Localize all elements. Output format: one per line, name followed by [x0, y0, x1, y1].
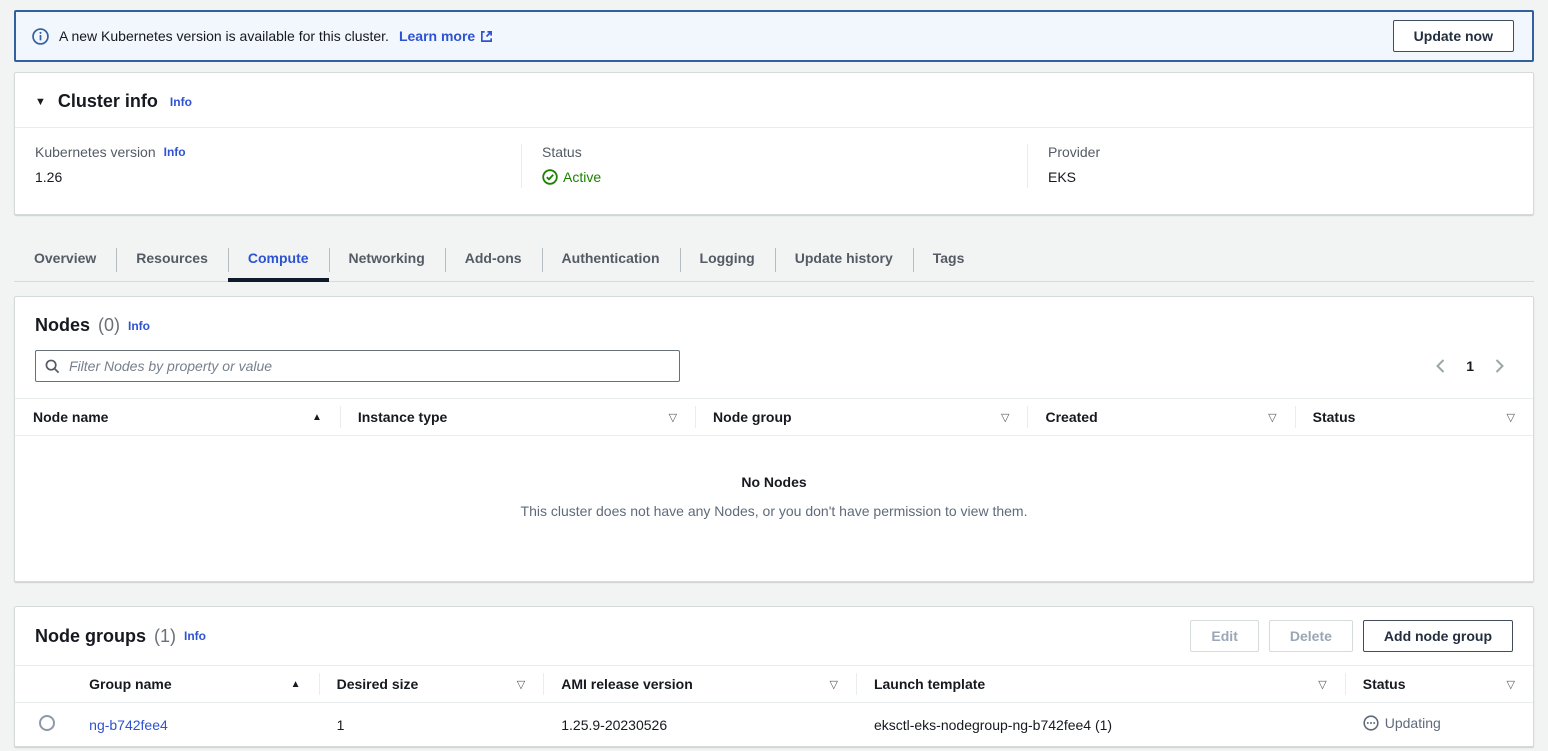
nodes-filter-input[interactable]	[67, 357, 670, 375]
empty-state-description: This cluster does not have any Nodes, or…	[15, 503, 1533, 519]
desired-size-cell: 1	[319, 703, 544, 747]
add-node-group-button[interactable]: Add node group	[1363, 620, 1513, 652]
learn-more-label: Learn more	[399, 28, 475, 44]
column-header-instance-type[interactable]: Instance type▽	[340, 399, 695, 436]
nodes-title-row: Nodes (0) Info	[15, 297, 1533, 342]
learn-more-link[interactable]: Learn more	[399, 28, 493, 44]
sort-icon: ▽	[1318, 678, 1326, 691]
kubernetes-version-field: Kubernetes version Info 1.26	[15, 144, 521, 188]
check-circle-icon	[542, 169, 558, 185]
node-group-status-text: Updating	[1385, 715, 1441, 731]
launch-template-cell: eksctl-eks-nodegroup-ng-b742fee4 (1)	[856, 703, 1345, 747]
column-header-node-group[interactable]: Node group▽	[695, 399, 1027, 436]
sort-icon: ▽	[669, 411, 677, 424]
column-header-launch-template[interactable]: Launch template▽	[856, 666, 1345, 703]
banner-message: A new Kubernetes version is available fo…	[59, 28, 389, 44]
row-select-radio[interactable]	[39, 715, 55, 731]
delete-button: Delete	[1269, 620, 1353, 652]
nodes-count: (0)	[98, 315, 120, 336]
node-group-name-link[interactable]: ng-b742fee4	[89, 717, 168, 733]
nodes-filter-box	[35, 350, 680, 382]
node-groups-table: Group name▲ Desired size▽ AMI release ve…	[15, 665, 1533, 746]
in-progress-icon	[1363, 715, 1379, 731]
status-badge: Active	[542, 169, 601, 185]
eks-cluster-page: A new Kubernetes version is available fo…	[0, 0, 1548, 747]
column-header-ami-release-version[interactable]: AMI release version▽	[543, 666, 856, 703]
tab-compute[interactable]: Compute	[228, 237, 329, 281]
empty-state-title: No Nodes	[15, 474, 1533, 490]
tab-logging[interactable]: Logging	[680, 237, 775, 281]
cluster-info-grid: Kubernetes version Info 1.26 Status Acti…	[15, 128, 1533, 214]
provider-label: Provider	[1048, 144, 1100, 160]
kubernetes-version-value: 1.26	[35, 169, 521, 185]
status-field: Status Active	[521, 144, 1027, 188]
cluster-info-title: Cluster info	[58, 91, 158, 112]
edit-button: Edit	[1190, 620, 1258, 652]
collapse-caret-icon[interactable]: ▼	[35, 96, 46, 108]
node-group-row: ng-b742fee4 1 1.25.9-20230526 eksctl-eks…	[15, 703, 1533, 747]
sort-icon: ▽	[1507, 678, 1515, 691]
nodes-empty-state: No Nodes This cluster does not have any …	[15, 436, 1533, 581]
nodes-panel: Nodes (0) Info 1	[14, 296, 1534, 582]
column-header-created[interactable]: Created▽	[1027, 399, 1294, 436]
column-header-node-name[interactable]: Node name▲	[15, 399, 340, 436]
cluster-tabs: Overview Resources Compute Networking Ad…	[14, 237, 1534, 282]
node-groups-count: (1)	[154, 626, 176, 647]
tab-add-ons[interactable]: Add-ons	[445, 237, 542, 281]
sort-icon: ▽	[829, 678, 837, 691]
node-groups-table-header-row: Group name▲ Desired size▽ AMI release ve…	[15, 666, 1533, 703]
search-icon	[45, 359, 60, 374]
select-all-column	[15, 666, 71, 703]
sort-icon: ▽	[1507, 411, 1515, 424]
node-groups-title: Node groups	[35, 626, 146, 647]
nodes-title: Nodes	[35, 315, 90, 336]
tab-update-history[interactable]: Update history	[775, 237, 913, 281]
kubernetes-version-info-link[interactable]: Info	[164, 145, 186, 159]
column-header-group-status[interactable]: Status▽	[1345, 666, 1533, 703]
status-value: Active	[563, 169, 601, 185]
tab-overview[interactable]: Overview	[14, 237, 116, 281]
pagination-next-icon[interactable]	[1494, 359, 1505, 373]
node-groups-info-link[interactable]: Info	[184, 629, 206, 643]
sort-icon: ▽	[517, 678, 525, 691]
pagination-prev-icon[interactable]	[1435, 359, 1446, 373]
tab-resources[interactable]: Resources	[116, 237, 228, 281]
cluster-info-header: ▼ Cluster info Info	[15, 73, 1533, 128]
provider-field: Provider EKS	[1027, 144, 1533, 188]
column-header-status[interactable]: Status▽	[1295, 399, 1533, 436]
sort-ascending-icon: ▲	[312, 412, 322, 423]
node-groups-actions: Edit Delete Add node group	[1190, 620, 1513, 652]
kubernetes-version-label: Kubernetes version	[35, 144, 156, 160]
pagination-current-page[interactable]: 1	[1466, 358, 1474, 374]
nodes-pagination: 1	[1435, 358, 1513, 374]
nodes-info-link[interactable]: Info	[128, 319, 150, 333]
tab-authentication[interactable]: Authentication	[542, 237, 680, 281]
column-header-desired-size[interactable]: Desired size▽	[319, 666, 544, 703]
external-link-icon	[480, 30, 493, 43]
tab-networking[interactable]: Networking	[329, 237, 445, 281]
provider-value: EKS	[1048, 169, 1533, 185]
status-label: Status	[542, 144, 582, 160]
ami-release-version-cell: 1.25.9-20230526	[543, 703, 856, 747]
sort-icon: ▽	[1268, 411, 1276, 424]
cluster-info-info-link[interactable]: Info	[170, 95, 192, 109]
kubernetes-update-banner: A new Kubernetes version is available fo…	[14, 10, 1534, 62]
cluster-info-panel: ▼ Cluster info Info Kubernetes version I…	[14, 72, 1534, 215]
nodes-table: Node name▲ Instance type▽ Node group▽ Cr…	[15, 398, 1533, 436]
nodes-filter-row: 1	[15, 342, 1533, 398]
node-groups-header: Node groups (1) Info Edit Delete Add nod…	[15, 607, 1533, 665]
sort-ascending-icon: ▲	[291, 679, 301, 690]
sort-icon: ▽	[1001, 411, 1009, 424]
node-group-status-badge: Updating	[1363, 715, 1441, 731]
tab-tags[interactable]: Tags	[913, 237, 985, 281]
column-header-group-name[interactable]: Group name▲	[71, 666, 318, 703]
nodes-table-header-row: Node name▲ Instance type▽ Node group▽ Cr…	[15, 399, 1533, 436]
info-icon	[32, 28, 49, 45]
update-now-button[interactable]: Update now	[1393, 20, 1514, 52]
banner-content: A new Kubernetes version is available fo…	[32, 28, 493, 45]
node-groups-panel: Node groups (1) Info Edit Delete Add nod…	[14, 606, 1534, 747]
